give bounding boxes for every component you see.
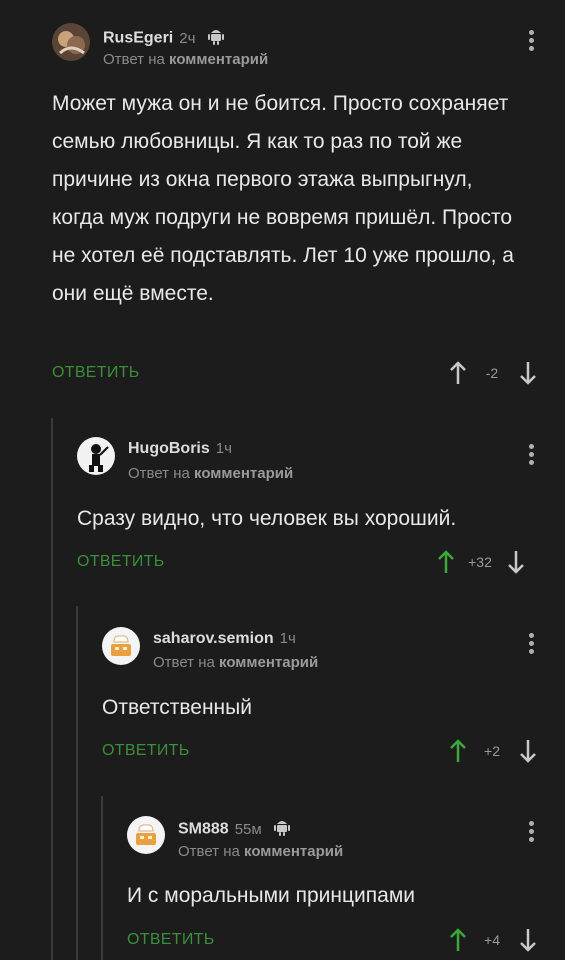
reply-button[interactable]: ОТВЕТИТЬ — [77, 553, 165, 571]
android-icon — [207, 27, 224, 50]
rating: +4 — [484, 932, 500, 948]
reply-to-line: Ответ на комментарий — [128, 465, 294, 482]
reply-button[interactable]: ОТВЕТИТЬ — [102, 742, 190, 760]
parent-comment-link[interactable]: комментарий — [244, 843, 343, 860]
rating: +2 — [484, 743, 500, 759]
vote-controls: +32 — [436, 549, 526, 575]
reply-button[interactable]: ОТВЕТИТЬ — [127, 931, 215, 949]
upvote-arrow-icon[interactable] — [448, 927, 468, 953]
thread-line — [76, 606, 78, 960]
downvote-arrow-icon[interactable] — [518, 360, 538, 386]
rating: +32 — [468, 554, 492, 570]
parent-comment-link[interactable]: комментарий — [169, 51, 268, 68]
comment-text: Ответственный — [102, 696, 252, 719]
reply-to-line: Ответ на комментарий — [178, 843, 344, 860]
downvote-arrow-icon[interactable] — [518, 927, 538, 953]
rating: -2 — [485, 365, 499, 381]
more-options-icon[interactable] — [526, 444, 536, 468]
timestamp: 1ч — [279, 630, 296, 647]
reply-to-line: Ответ на комментарий — [153, 654, 319, 671]
timestamp: 55м — [234, 820, 262, 838]
parent-comment-link[interactable]: комментарий — [194, 465, 293, 482]
timestamp: 2ч — [179, 29, 196, 47]
more-options-icon[interactable] — [526, 821, 536, 845]
downvote-arrow-icon[interactable] — [518, 738, 538, 764]
vote-controls: +4 — [448, 927, 538, 953]
comment-text: И с моральными принципами — [127, 884, 415, 907]
avatar[interactable] — [52, 23, 90, 61]
more-options-icon[interactable] — [526, 30, 536, 54]
android-icon — [274, 818, 291, 841]
reply-to-line: Ответ на комментарий — [103, 51, 269, 68]
upvote-arrow-icon[interactable] — [448, 360, 468, 386]
comment-text: Сразу видно, что человек вы хороший. — [77, 507, 457, 530]
reply-button[interactable]: ОТВЕТИТЬ — [52, 364, 140, 382]
comment-text: Может мужа он и не боится. Просто сохран… — [52, 92, 514, 305]
username[interactable]: RusEgeri 2ч — [103, 27, 224, 50]
more-options-icon[interactable] — [526, 633, 536, 657]
avatar[interactable] — [77, 437, 115, 475]
username[interactable]: saharov.semion 1ч — [153, 630, 296, 648]
vote-controls: -2 — [448, 360, 538, 386]
avatar[interactable] — [127, 816, 165, 854]
downvote-arrow-icon[interactable] — [506, 549, 526, 575]
thread-line — [101, 796, 103, 960]
username[interactable]: SM888 55м — [178, 818, 291, 841]
parent-comment-link[interactable]: комментарий — [219, 654, 318, 671]
upvote-arrow-icon[interactable] — [448, 738, 468, 764]
timestamp: 1ч — [215, 440, 232, 457]
upvote-arrow-icon[interactable] — [436, 549, 456, 575]
username[interactable]: HugoBoris 1ч — [128, 440, 232, 458]
vote-controls: +2 — [448, 738, 538, 764]
thread-line — [51, 418, 53, 960]
avatar[interactable] — [102, 627, 140, 665]
